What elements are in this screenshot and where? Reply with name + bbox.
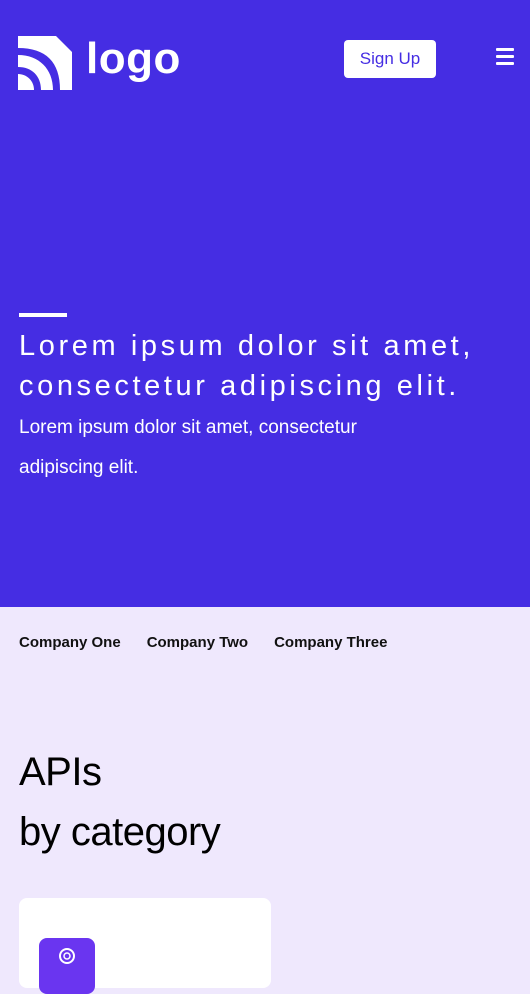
- hero-divider: [19, 313, 67, 317]
- location-pin-icon: [59, 948, 75, 964]
- company-list: Company One Company Two Company Three: [19, 634, 413, 651]
- hamburger-menu-icon[interactable]: [496, 48, 516, 66]
- apis-section-title: APIs by category: [19, 742, 221, 862]
- wifi-arcs-icon: [18, 36, 72, 90]
- company-item: Company Three: [274, 634, 388, 651]
- logo[interactable]: logo: [18, 36, 181, 90]
- category-card[interactable]: [19, 898, 271, 994]
- apis-title-line2: by category: [19, 810, 221, 854]
- company-item: Company Two: [146, 634, 249, 651]
- hero-section: logo Sign Up Lorem ipsum dolor sit amet,…: [0, 0, 530, 607]
- hero-subtext: Lorem ipsum dolor sit amet, consectetur …: [19, 417, 357, 478]
- hero-headline: Lorem ipsum dolor sit amet, consectetur …: [19, 330, 474, 402]
- category-card-icon-tile: [39, 938, 95, 994]
- logo-text: logo: [86, 34, 181, 83]
- company-item: Company One: [19, 634, 121, 651]
- apis-title-line1: APIs: [19, 750, 102, 794]
- sign-up-button[interactable]: Sign Up: [344, 40, 436, 78]
